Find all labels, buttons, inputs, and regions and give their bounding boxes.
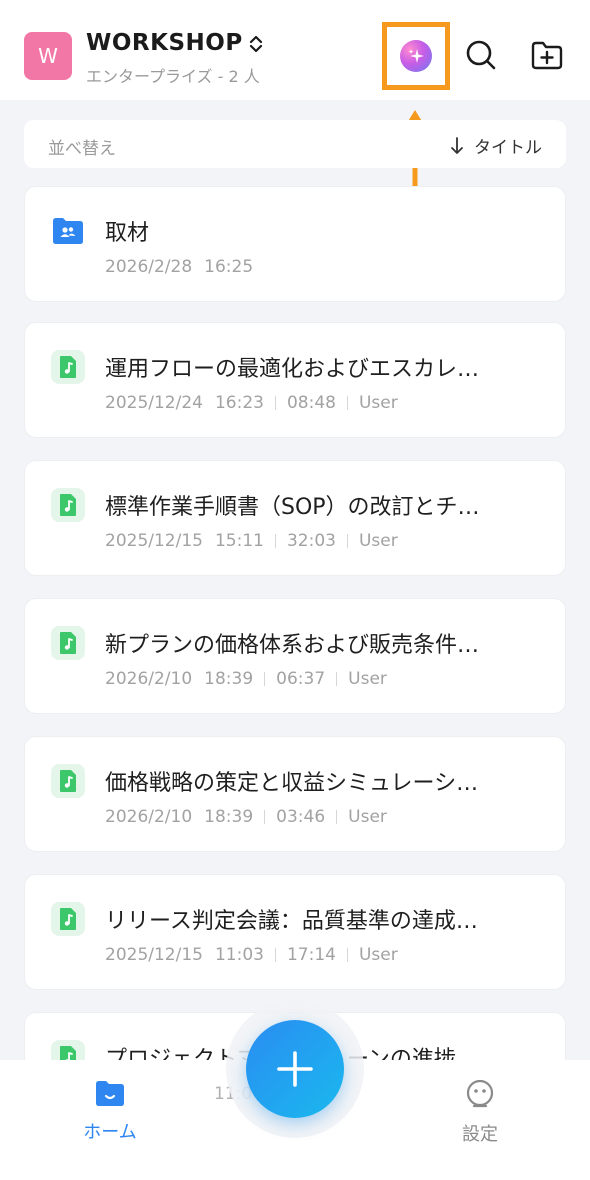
item-date: 2025/12/15 (105, 531, 203, 551)
item-date: 2025/12/24 (105, 393, 203, 413)
list-item-recording[interactable]: リリース判定会議：品質基準の達成… 2025/12/15 11:03 17:14… (24, 874, 566, 990)
workspace-switch-icon[interactable] (246, 32, 266, 56)
audio-file-icon (51, 626, 85, 660)
shared-folder-icon (51, 214, 85, 248)
audio-file-icon (51, 902, 85, 936)
item-owner: User (358, 531, 398, 551)
item-time: 11:03 (214, 945, 264, 965)
sort-field-label: タイトル (474, 138, 542, 158)
item-meta: 2026/2/10 18:39 06:37 User (105, 669, 387, 689)
item-title: 取材 (105, 221, 150, 246)
nav-home[interactable]: ホーム (70, 1078, 150, 1144)
item-time: 15:11 (214, 531, 264, 551)
item-title: 標準作業手順書（SOP）の改訂とチ… (105, 495, 480, 520)
item-date: 2026/2/10 (105, 807, 193, 827)
add-recording-button[interactable] (246, 1020, 344, 1118)
item-title: 運用フローの最適化およびエスカレ… (105, 357, 480, 382)
item-duration: 32:03 (286, 531, 336, 551)
item-date: 2026/2/10 (105, 669, 193, 689)
item-time: 18:39 (204, 669, 254, 689)
item-meta: 2025/12/15 15:11 32:03 User (105, 531, 398, 551)
ai-assistant-button[interactable] (382, 22, 450, 90)
nav-home-label: ホーム (83, 1122, 137, 1143)
item-title: 価格戦略の策定と収益シミュレーシ… (105, 771, 479, 796)
settings-face-icon (466, 1079, 494, 1108)
item-title: リリース判定会議：品質基準の達成… (105, 909, 478, 934)
arrow-down-icon (451, 136, 463, 154)
item-duration: 08:48 (286, 393, 336, 413)
item-date: 2026/2/28 (105, 257, 193, 277)
item-owner: User (348, 807, 387, 827)
item-meta: 2026/2/28 16:25 (105, 257, 253, 277)
audio-file-icon (51, 350, 85, 384)
audio-file-icon (51, 488, 85, 522)
item-duration: 03:46 (276, 807, 326, 827)
sort-label: 並べ替え (48, 139, 116, 159)
plus-icon (277, 1051, 313, 1087)
item-owner: User (358, 945, 398, 965)
workspace-avatar[interactable]: W (24, 32, 72, 80)
sort-field-button[interactable]: タイトル (450, 133, 542, 158)
ai-sparkle-icon (400, 40, 432, 72)
list-item-recording[interactable]: 新プランの価格体系および販売条件… 2026/2/10 18:39 06:37 … (24, 598, 566, 714)
list-item-recording[interactable]: 標準作業手順書（SOP）の改訂とチ… 2025/12/15 15:11 32:0… (24, 460, 566, 576)
search-icon[interactable] (464, 38, 498, 72)
item-time: 18:39 (204, 807, 254, 827)
item-date: 2025/12/15 (105, 945, 203, 965)
nav-settings-label: 設定 (462, 1124, 498, 1145)
audio-file-icon (51, 764, 85, 798)
item-owner: User (348, 669, 387, 689)
home-folder-icon (96, 1081, 124, 1106)
app-header: W WORKSHOP エンタープライズ - 2 人 (0, 0, 590, 100)
item-owner: User (358, 393, 398, 413)
list-item-folder[interactable]: 取材 2026/2/28 16:25 (24, 186, 566, 302)
item-meta: 2025/12/15 11:03 17:14 User (105, 945, 398, 965)
item-meta: 2025/12/24 16:23 08:48 User (105, 393, 398, 413)
item-duration: 06:37 (276, 669, 326, 689)
workspace-plan: エンタープライズ - 2 人 (86, 67, 260, 86)
item-time: 16:23 (214, 393, 264, 413)
nav-settings[interactable]: 設定 (440, 1078, 520, 1146)
list-item-recording[interactable]: 運用フローの最適化およびエスカレ… 2025/12/24 16:23 08:48… (24, 322, 566, 438)
item-time: 16:25 (204, 257, 254, 277)
item-title: 新プランの価格体系および販売条件… (105, 633, 480, 658)
new-folder-icon[interactable] (530, 38, 564, 72)
sort-bar: 並べ替え タイトル (24, 120, 566, 168)
workspace-name[interactable]: WORKSHOP (86, 30, 243, 56)
list-item-recording[interactable]: 価格戦略の策定と収益シミュレーシ… 2026/2/10 18:39 03:46 … (24, 736, 566, 852)
item-duration: 17:14 (286, 945, 336, 965)
item-meta: 2026/2/10 18:39 03:46 User (105, 807, 387, 827)
